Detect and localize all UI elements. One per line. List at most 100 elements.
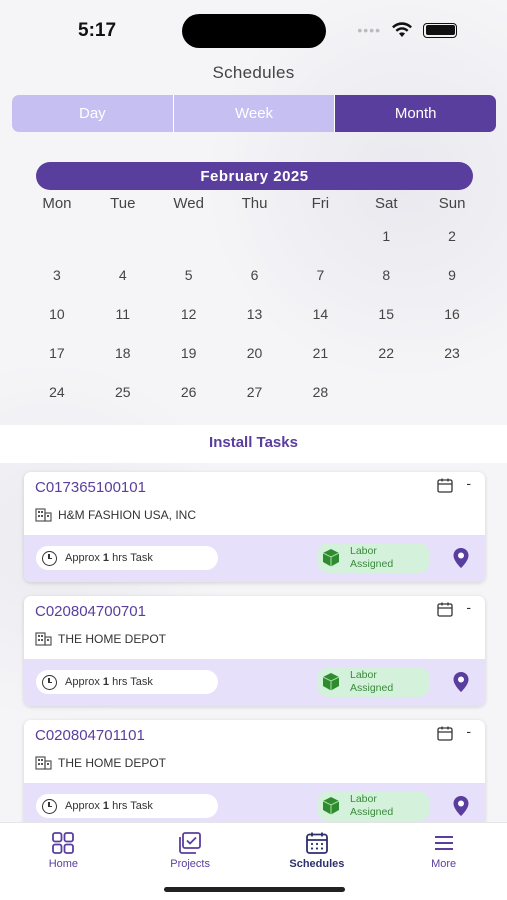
- calendar-day[interactable]: 15: [353, 303, 419, 342]
- calendar-day[interactable]: 22: [353, 342, 419, 381]
- segment-month[interactable]: Month: [335, 95, 496, 132]
- box-icon: [322, 549, 340, 567]
- approx-hours-pill: Approx 1 hrs Task: [36, 670, 218, 694]
- calendar-day[interactable]: 6: [222, 264, 288, 303]
- segment-week[interactable]: Week: [174, 95, 336, 132]
- weekday-label: Wed: [173, 195, 204, 212]
- approx-text: Approx 1 hrs Task: [65, 552, 153, 564]
- task-card-footer: Approx 1 hrs Task Labor Assigned: [24, 535, 485, 582]
- task-company: THE HOME DEPOT: [35, 756, 166, 770]
- menu-icon: [434, 836, 453, 850]
- calendar-empty-cell: [222, 225, 288, 264]
- status-bar: 5:17 ••••: [0, 0, 507, 60]
- calendar-icon[interactable]: [437, 478, 453, 493]
- calendar-day[interactable]: 5: [156, 264, 222, 303]
- calendar-day[interactable]: 24: [24, 381, 90, 420]
- company-name: H&M FASHION USA, INC: [58, 508, 197, 522]
- location-pin-icon[interactable]: [452, 671, 470, 693]
- weekday-label: Tue: [110, 195, 136, 212]
- battery-icon: [423, 22, 457, 38]
- labor-status-badge: Labor Assigned: [317, 667, 430, 697]
- calendar-weekday-row: Mon Tue Wed Thu Fri Sat Sun: [24, 195, 485, 212]
- collapse-button[interactable]: -: [466, 475, 471, 491]
- calendar-days-grid: 1 2 3 4 5 6 7 8 9 10 11 12 13 14 15 16 17 18 19 20 21 22 23 24 2…: [24, 225, 485, 420]
- calendar-day[interactable]: 3: [24, 264, 90, 303]
- home-indicator: [164, 887, 345, 892]
- calendar-day[interactable]: 16: [419, 303, 485, 342]
- signal-icon: ••••: [357, 22, 381, 38]
- calendar-empty-cell: [24, 225, 90, 264]
- calendar-day[interactable]: 9: [419, 264, 485, 303]
- weekday-label: Mon: [42, 195, 72, 212]
- task-card-footer: Approx 1 hrs Task Labor Assigned: [24, 659, 485, 706]
- calendar-day[interactable]: 2: [419, 225, 485, 264]
- calendar-day[interactable]: 13: [222, 303, 288, 342]
- box-icon: [322, 797, 340, 815]
- calendar-day[interactable]: 20: [222, 342, 288, 381]
- calendar-day[interactable]: 14: [287, 303, 353, 342]
- calendar-day[interactable]: 17: [24, 342, 90, 381]
- labor-status-badge: Labor Assigned: [317, 543, 430, 573]
- tab-label: Home: [48, 858, 79, 870]
- calendar-day[interactable]: 19: [156, 342, 222, 381]
- calendar-day[interactable]: 18: [90, 342, 156, 381]
- status-icons: ••••: [357, 22, 457, 38]
- clock-icon: [42, 550, 57, 566]
- wifi-icon: [392, 22, 412, 37]
- location-pin-icon[interactable]: [452, 547, 470, 569]
- calendar-day[interactable]: 21: [287, 342, 353, 381]
- approx-hours-pill: Approx 1 hrs Task: [36, 794, 218, 818]
- calendar-day[interactable]: 27: [222, 381, 288, 420]
- tab-label: More: [431, 858, 457, 870]
- projects-icon: [179, 832, 202, 854]
- task-company: THE HOME DEPOT: [35, 632, 166, 646]
- approx-text: Approx 1 hrs Task: [65, 676, 153, 688]
- calendar-day[interactable]: 28: [287, 381, 353, 420]
- collapse-button[interactable]: -: [466, 599, 471, 615]
- approx-text: Approx 1 hrs Task: [65, 800, 153, 812]
- calendar-month-header[interactable]: February 2025: [36, 162, 473, 190]
- location-pin-icon[interactable]: [452, 795, 470, 817]
- weekday-label: Sat: [374, 195, 398, 212]
- calendar-day[interactable]: 11: [90, 303, 156, 342]
- task-card[interactable]: C017365100101 - H&M FASHION USA, INC App…: [24, 472, 485, 582]
- tab-home[interactable]: Home: [0, 823, 127, 900]
- task-card[interactable]: C020804700701 - THE HOME DEPOT Approx 1 …: [24, 596, 485, 706]
- calendar-icon[interactable]: [437, 726, 453, 741]
- clock-icon: [42, 798, 57, 814]
- calendar-day[interactable]: 7: [287, 264, 353, 303]
- calendar-day[interactable]: 25: [90, 381, 156, 420]
- clock-icon: [42, 674, 57, 690]
- calendar-day[interactable]: 8: [353, 264, 419, 303]
- calendar-empty-cell: [156, 225, 222, 264]
- task-id[interactable]: C020804700701: [35, 603, 146, 620]
- company-name: THE HOME DEPOT: [58, 632, 167, 646]
- calendar-day[interactable]: 26: [156, 381, 222, 420]
- calendar-day[interactable]: 23: [419, 342, 485, 381]
- building-icon: [35, 508, 52, 522]
- collapse-button[interactable]: -: [466, 723, 471, 739]
- calendar-day[interactable]: 12: [156, 303, 222, 342]
- tab-label: Projects: [170, 858, 210, 870]
- calendar-day[interactable]: 10: [24, 303, 90, 342]
- segment-day[interactable]: Day: [12, 95, 174, 132]
- page-title: Schedules: [212, 63, 295, 82]
- tab-more[interactable]: More: [380, 823, 507, 900]
- calendar-day[interactable]: 1: [353, 225, 419, 264]
- labor-status-badge: Labor Assigned: [317, 791, 430, 821]
- task-id[interactable]: C020804701101: [35, 727, 145, 744]
- calendar-icon[interactable]: [437, 602, 453, 617]
- calendar-icon: [305, 832, 328, 854]
- weekday-label: Sun: [438, 195, 466, 212]
- calendar-empty-cell: [287, 225, 353, 264]
- calendar-empty-cell: [90, 225, 156, 264]
- approx-hours-pill: Approx 1 hrs Task: [36, 546, 218, 570]
- task-id[interactable]: C017365100101: [35, 479, 146, 496]
- weekday-label: Fri: [311, 195, 330, 212]
- task-card[interactable]: C020804701101 - THE HOME DEPOT Approx 1 …: [24, 720, 485, 830]
- calendar-day[interactable]: 4: [90, 264, 156, 303]
- calendar-empty-cell: [419, 381, 485, 420]
- weekday-label: Thu: [241, 195, 268, 212]
- company-name: THE HOME DEPOT: [58, 756, 167, 770]
- box-icon: [322, 673, 340, 691]
